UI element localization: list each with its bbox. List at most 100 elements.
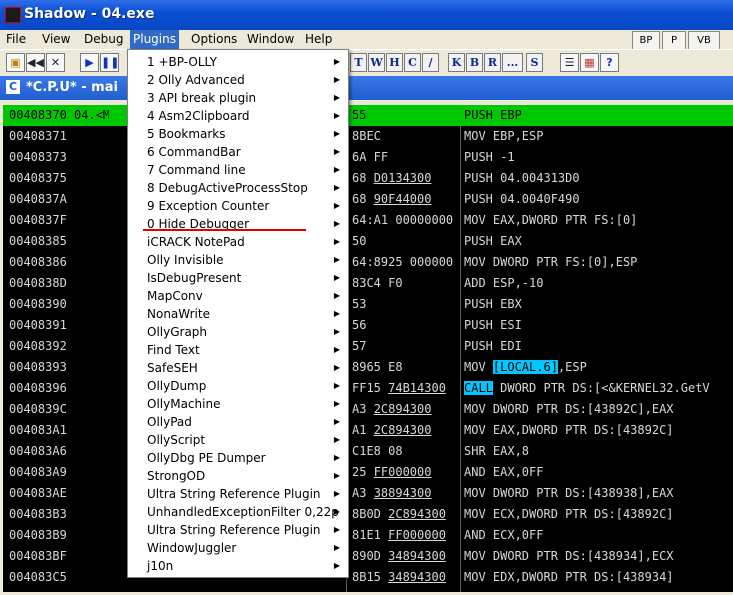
disasm-row[interactable]: 00408392 57 PUSH EDI [3,336,733,357]
menu-options[interactable]: Options [191,32,237,46]
disasm-row[interactable]: 0040838D 83C4 F0 ADD ESP,-10 [3,273,733,294]
disasm-row[interactable]: 004083B3 8B0D 2C894300 MOV ECX,DWORD PTR D… [3,504,733,525]
plugins-menu-item[interactable]: iCRACK NotePad ▶ [128,233,346,251]
disasm-row[interactable]: 004083C5 8B15 34894300 MOV EDX,DWORD PTR D… [3,567,733,588]
disasm-cell: MOV DWORD PTR DS:[438934],ECX [464,549,674,563]
menu-file[interactable]: File [6,32,26,46]
bp-button[interactable]: BP [632,31,660,50]
plugins-menu-item-label: OllyDbg PE Dumper [147,451,266,465]
toolbar-b-button[interactable]: B [466,53,483,72]
plugins-menu-item[interactable]: 3 API break plugin ▶ [128,89,346,107]
address-cell: 00408393 [9,360,67,374]
disasm-row[interactable]: 00408385 50 PUSH EAX [3,231,733,252]
toolbar-w-button[interactable]: W [368,53,385,72]
disasm-cell: PUSH 04.0040F490 [464,192,580,206]
plugins-menu-item[interactable]: OllyGraph ▶ [128,323,346,341]
disasm-row[interactable]: 004083A9 25 FF000000 AND EAX,0FF [3,462,733,483]
vb-button[interactable]: VB [688,31,720,50]
disasm-row[interactable]: 004083AE A3 38894300 MOV DWORD PTR DS:[438… [3,483,733,504]
disasm-row[interactable]: 00408371 8BEC MOV EBP,ESP [3,126,733,147]
plugins-menu-item[interactable]: OllyPad ▶ [128,413,346,431]
plugins-menu-item-label: MapConv [147,289,203,303]
disasm-row[interactable]: 004083A1 A1 2C894300 MOV EAX,DWORD PTR DS:… [3,420,733,441]
plugins-menu-item-label: 7 Command line [147,163,246,177]
menu-view[interactable]: View [42,32,70,46]
disasm-row[interactable]: 00408390 53 PUSH EBX [3,294,733,315]
plugins-menu-item[interactable]: OllyMachine ▶ [128,395,346,413]
plugins-menu-item[interactable]: Find Text ▶ [128,341,346,359]
plugins-menu-item[interactable]: OllyScript ▶ [128,431,346,449]
rewind-icon[interactable]: ◀◀ [26,53,45,72]
window-titlebar[interactable]: Shadow - 04.exe [0,0,733,30]
grid-icon[interactable]: ▦ [580,53,599,72]
plugins-menu-item[interactable]: OllyDump ▶ [128,377,346,395]
close-icon[interactable]: ✕ [46,53,65,72]
disasm-row[interactable]: 00408396 FF15 74B14300 CALL DWORD PTR DS:[… [3,378,733,399]
disasm-cell: PUSH -1 [464,150,515,164]
open-icon[interactable]: ▣ [6,53,25,72]
disasm-row[interactable]: 004083A6 C1E8 08 SHR EAX,8 [3,441,733,462]
disasm-row[interactable]: 004083B9 81E1 FF000000 AND ECX,0FF [3,525,733,546]
plugins-menu-item[interactable]: WindowJuggler ▶ [128,539,346,557]
toolbar-h-button[interactable]: H [386,53,403,72]
plugins-menu-item[interactable]: SafeSEH ▶ [128,359,346,377]
plugins-menu-item[interactable]: StrongOD ▶ [128,467,346,485]
menu-plugins[interactable]: Plugins [130,30,179,49]
plugins-menu-item[interactable]: 7 Command line ▶ [128,161,346,179]
disasm-row[interactable]: 00408386 64:8925 000000 MOV DWORD PTR FS:[… [3,252,733,273]
disasm-row[interactable]: 00408391 56 PUSH ESI [3,315,733,336]
plugins-menu-item[interactable]: Olly Invisible ▶ [128,251,346,269]
plugins-menu-item[interactable]: 8 DebugActiveProcessStop ▶ [128,179,346,197]
menu-debug[interactable]: Debug [84,32,123,46]
list-icon[interactable]: ☰ [560,53,579,72]
disasm-row[interactable]: 0040837A 68 90F44000 PUSH 04.0040F490 [3,189,733,210]
plugins-menu-item[interactable]: IsDebugPresent ▶ [128,269,346,287]
plugins-menu-item[interactable]: NonaWrite ▶ [128,305,346,323]
disasm-row[interactable]: 004083BF 890D 34894300 MOV DWORD PTR DS:[4… [3,546,733,567]
toolbar-c-button[interactable]: C [404,53,421,72]
plugins-menu-item[interactable]: OllyDbg PE Dumper ▶ [128,449,346,467]
submenu-arrow-icon: ▶ [333,561,340,570]
plugins-menu-item[interactable]: Ultra String Reference Plugin ▶ [128,521,346,539]
disasm-row[interactable]: 00408370 04.<Mo 55 PUSH EBP [3,105,733,126]
plugins-menu-item[interactable]: 2 Olly Advanced ▶ [128,71,346,89]
disasm-row[interactable]: 00408375 68 D0134300 PUSH 04.004313D0 [3,168,733,189]
run-icon[interactable]: ▶ [80,53,99,72]
disasm-cell: MOV [LOCAL.6],ESP [464,360,587,374]
menu-window[interactable]: Window [247,32,294,46]
hex-cell: 83C4 F0 [352,276,403,290]
plugins-menu-item-label: 2 Olly Advanced [147,73,245,87]
pause-icon[interactable]: ❚❚ [100,53,119,72]
plugins-menu-item[interactable]: MapConv ▶ [128,287,346,305]
disasm-row[interactable]: 0040839C A3 2C894300 MOV DWORD PTR DS:[438… [3,399,733,420]
menu-help[interactable]: Help [305,32,332,46]
toolbar-r-button[interactable]: R [484,53,501,72]
toolbar-slash-button[interactable]: / [422,53,439,72]
hex-cell: 890D 34894300 [352,549,446,563]
p-button[interactable]: P [662,31,686,50]
help-icon[interactable]: ? [600,53,619,72]
address-cell: 004083A6 [9,444,67,458]
toolbar-k-button[interactable]: K [448,53,465,72]
plugins-menu-item-label: Find Text [147,343,200,357]
disasm-row[interactable]: 0040837F 64:A1 00000000 MOV EAX,DWORD PTR … [3,210,733,231]
plugins-menu-item[interactable]: 1 +BP-OLLY ▶ [128,53,346,71]
cpu-window-titlebar[interactable]: C *C.P.U* - mai [0,76,733,100]
disasm-row[interactable]: 00408373 6A FF PUSH -1 [3,147,733,168]
plugins-menu-item[interactable]: Ultra String Reference Plugin ▶ [128,485,346,503]
plugins-menu-item-label: 3 API break plugin [147,91,257,105]
toolbar-s-button[interactable]: S [526,53,543,72]
hex-cell: 8B15 34894300 [352,570,446,584]
plugins-menu-item[interactable]: 5 Bookmarks ▶ [128,125,346,143]
plugins-menu-item[interactable]: UnhandledExceptionFilter 0,22p ▶ [128,503,346,521]
toolbar-t-button[interactable]: T [350,53,367,72]
plugins-menu-item[interactable]: j10n ▶ [128,557,346,575]
plugins-menu-item[interactable]: 6 CommandBar ▶ [128,143,346,161]
disassembly-pane[interactable]: 00408370 04.<Mo 55 PUSH EBP 00408371 8BEC MOV… [3,105,733,592]
disasm-row[interactable]: 00408393 8965 E8 MOV [LOCAL.6],ESP [3,357,733,378]
plugins-menu-item[interactable]: 9 Exception Counter ▶ [128,197,346,215]
plugins-menu-item[interactable]: 4 Asm2Clipboard ▶ [128,107,346,125]
hex-cell: 25 FF000000 [352,465,432,479]
toolbar-dots-button[interactable]: ... [502,53,523,72]
plugins-menu-item-label: StrongOD [147,469,206,483]
